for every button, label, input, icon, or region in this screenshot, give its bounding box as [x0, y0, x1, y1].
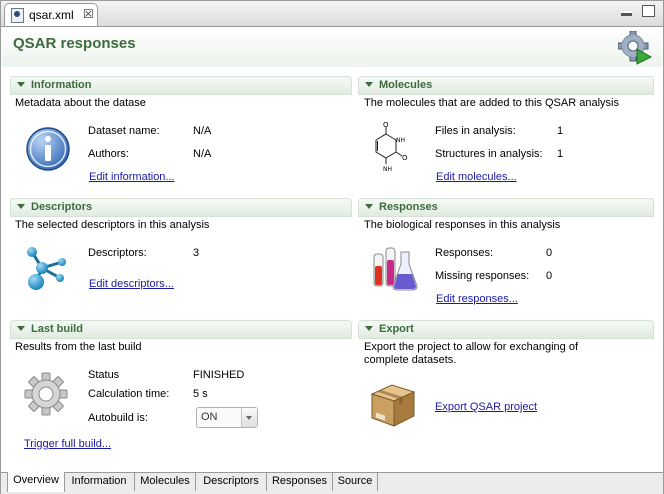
field-value: 5 s — [193, 388, 208, 400]
collapse-triangle-icon — [365, 204, 373, 209]
descriptors-section: Descriptors The selected descriptors in … — [10, 198, 352, 313]
section-title: Descriptors — [31, 201, 93, 213]
svg-text:NH: NH — [383, 166, 392, 173]
section-title: Molecules — [379, 79, 433, 91]
field-value: 1 — [557, 125, 564, 137]
section-description: The selected descriptors in this analysi… — [15, 219, 210, 231]
edit-descriptors-link[interactable]: Edit descriptors... — [89, 278, 174, 290]
tab-source[interactable]: Source — [333, 473, 378, 491]
collapse-triangle-icon — [365, 326, 373, 331]
section-description: The molecules that are added to this QSA… — [364, 97, 619, 109]
field-label: Autobuild is: — [88, 412, 148, 424]
info-icon — [26, 127, 70, 171]
field-value: FINISHED — [193, 369, 245, 381]
export-qsar-project-link[interactable]: Export QSAR project — [435, 401, 537, 413]
tab-information[interactable]: Information — [64, 473, 135, 491]
field-value: 3 — [193, 247, 200, 259]
section-title: Information — [31, 79, 92, 91]
package-box-icon — [370, 384, 416, 427]
last-build-section: Last build Results from the last build S… — [10, 320, 352, 460]
trigger-full-build-link[interactable]: Trigger full build... — [24, 438, 111, 450]
field-value: 0 — [546, 270, 553, 282]
tab-descriptors[interactable]: Descriptors — [196, 473, 267, 491]
tab-responses[interactable]: Responses — [267, 473, 333, 491]
field-label: Calculation time: — [88, 388, 170, 400]
xml-file-icon — [11, 8, 24, 23]
responses-section: Responses The biological responses in th… — [358, 198, 654, 313]
information-section: Information Metadata about the datase Da… — [10, 76, 352, 191]
edit-molecules-link[interactable]: Edit molecules... — [436, 171, 517, 183]
field-label: Structures in analysis: — [435, 148, 543, 160]
field-label: Authors: — [88, 148, 129, 160]
field-label: Files in analysis: — [435, 125, 516, 137]
lab-flasks-icon — [373, 247, 418, 291]
section-description: Metadata about the datase — [15, 97, 146, 109]
field-label: Dataset name: — [88, 125, 160, 137]
molecule-structure-icon: O O NH NH — [375, 121, 408, 173]
export-section: Export Export the project to allow for e… — [358, 320, 654, 460]
svg-text:O: O — [402, 154, 408, 162]
editor-tab[interactable]: qsar.xml ☒ — [4, 3, 98, 26]
field-label: Descriptors: — [88, 247, 147, 259]
collapse-triangle-icon — [17, 326, 25, 331]
autobuild-combo[interactable]: ON — [196, 407, 258, 428]
close-tab-icon[interactable]: ☒ — [83, 7, 94, 21]
editor-tab-bar: qsar.xml ☒ — [1, 1, 663, 27]
last-build-section-header[interactable]: Last build — [10, 320, 352, 339]
editor-window: qsar.xml ☒ QSAR responses Information Me… — [0, 0, 664, 494]
section-description: The biological responses in this analysi… — [364, 219, 561, 231]
collapse-triangle-icon — [365, 82, 373, 87]
field-label: Missing responses: — [435, 270, 530, 282]
edit-information-link[interactable]: Edit information... — [89, 171, 175, 183]
molecules-section-header[interactable]: Molecules — [358, 76, 654, 95]
autobuild-value: ON — [201, 411, 218, 423]
section-description-continued: complete datasets. — [364, 354, 457, 366]
field-value: N/A — [193, 125, 212, 137]
editor-tab-title: qsar.xml — [29, 8, 74, 22]
page-title: QSAR responses — [13, 35, 136, 52]
section-title: Last build — [31, 323, 83, 335]
page-tabs: Overview Information Molecules Descripto… — [1, 472, 663, 494]
maximize-icon[interactable] — [642, 5, 655, 17]
field-value: 1 — [557, 148, 564, 160]
information-section-header[interactable]: Information — [10, 76, 352, 95]
field-value: 0 — [546, 247, 553, 259]
minimize-icon[interactable] — [620, 11, 632, 16]
section-description: Export the project to allow for exchangi… — [364, 341, 579, 353]
export-section-header[interactable]: Export — [358, 320, 654, 339]
gear-run-icon[interactable] — [618, 31, 652, 65]
section-description: Results from the last build — [15, 341, 142, 353]
window-controls — [614, 5, 655, 20]
section-title: Export — [379, 323, 414, 335]
tab-overview[interactable]: Overview — [7, 472, 65, 492]
chevron-down-icon[interactable] — [241, 408, 257, 427]
tab-molecules[interactable]: Molecules — [135, 473, 196, 491]
collapse-triangle-icon — [17, 204, 25, 209]
field-label: Responses: — [435, 247, 494, 259]
descriptor-molecule-icon — [27, 247, 66, 290]
form-header: QSAR responses — [2, 27, 662, 67]
field-label: Status — [88, 369, 120, 381]
edit-responses-link[interactable]: Edit responses... — [436, 293, 518, 305]
svg-text:NH: NH — [396, 137, 405, 144]
collapse-triangle-icon — [17, 82, 25, 87]
svg-text:O: O — [383, 121, 389, 129]
gear-icon — [24, 372, 68, 416]
molecules-section: Molecules The molecules that are added t… — [358, 76, 654, 191]
field-value: N/A — [193, 148, 212, 160]
responses-section-header[interactable]: Responses — [358, 198, 654, 217]
section-title: Responses — [379, 201, 438, 213]
descriptors-section-header[interactable]: Descriptors — [10, 198, 352, 217]
